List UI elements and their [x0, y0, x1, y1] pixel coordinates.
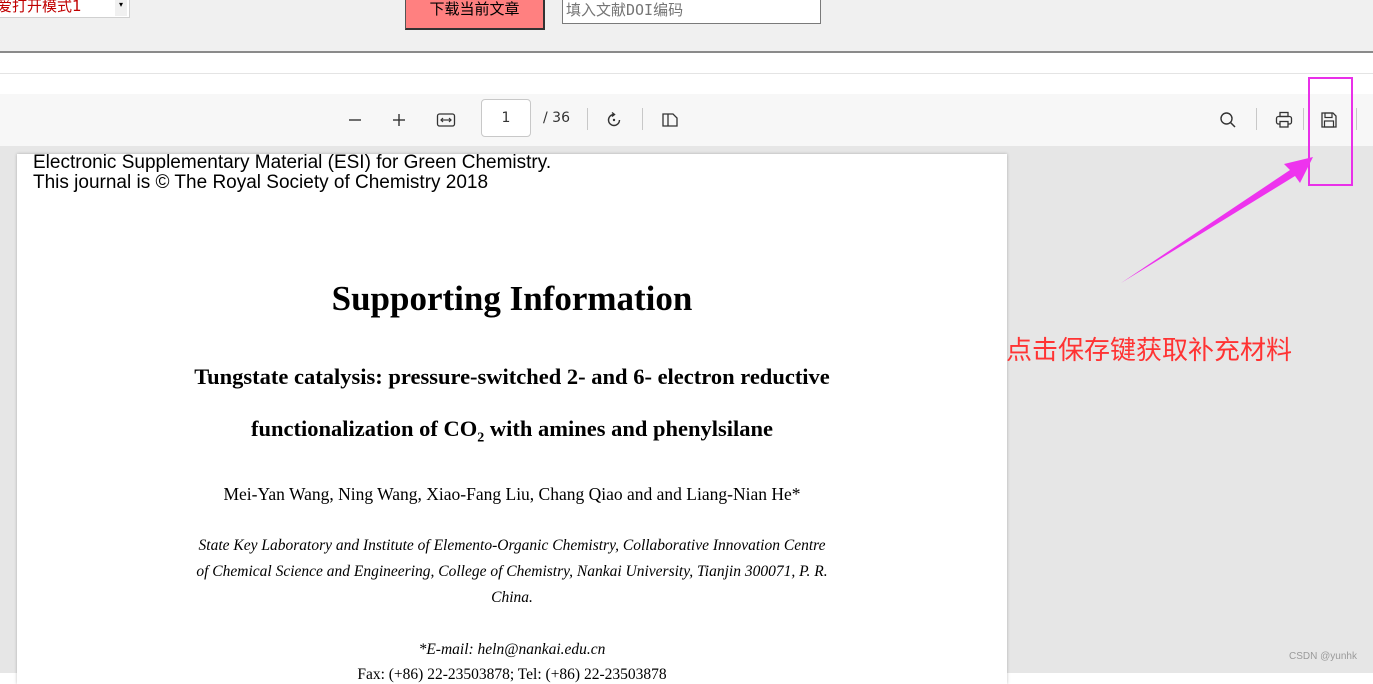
- pdf-page: Electronic Supplementary Material (ESI) …: [17, 154, 1007, 684]
- copyright-line: This journal is © The Royal Society of C…: [33, 172, 489, 193]
- paper-title-line2-end: with amines and phenylsilane: [484, 416, 774, 441]
- annotation-text: 点击保存键获取补充材料: [1006, 336, 1293, 366]
- page-number-input[interactable]: 1: [481, 99, 531, 137]
- esi-header-line: Electronic Supplementary Material (ESI) …: [33, 154, 552, 173]
- open-mode-select-value: 爱打开模式1: [0, 0, 82, 15]
- affiliation-line: China.: [491, 589, 533, 606]
- paper-title-line2-start: functionalization of CO: [250, 416, 478, 441]
- fit-width-icon[interactable]: [432, 106, 460, 134]
- watermark: CSDN @yunhk: [1289, 651, 1357, 662]
- toolbar-separator: [1356, 108, 1357, 130]
- print-icon[interactable]: [1270, 106, 1298, 134]
- toolbar-separator: [587, 108, 588, 130]
- fax-tel-line: Fax: (+86) 22-23503878; Tel: (+86) 22-23…: [357, 666, 667, 683]
- paper-title-line1: Tungstate catalysis: pressure-switched 2…: [194, 364, 830, 389]
- paper-title-line2: functionalization of CO2 with amines and…: [17, 416, 1007, 447]
- toolbar-separator: [1256, 108, 1257, 130]
- affiliation-line: State Key Laboratory and Institute of El…: [198, 537, 826, 554]
- toolbar-separator: [1303, 108, 1304, 130]
- zoom-in-icon[interactable]: [385, 106, 413, 134]
- affiliation-line: of Chemical Science and Engineering, Col…: [196, 563, 828, 580]
- zoom-out-icon[interactable]: [341, 106, 369, 134]
- viewer-spacer: [0, 53, 1373, 74]
- authors: Mei-Yan Wang, Ning Wang, Xiao-Fang Liu, …: [223, 484, 801, 504]
- app-top-bar: 爱打开模式1 ▾ 下载当前文章: [0, 0, 1373, 52]
- page-total: / 36: [543, 110, 570, 126]
- page-view-icon[interactable]: [656, 106, 684, 134]
- download-current-article-button[interactable]: 下载当前文章: [405, 0, 545, 30]
- open-mode-select[interactable]: 爱打开模式1 ▾: [0, 0, 130, 18]
- toolbar-separator: [642, 108, 643, 130]
- contact-email: *E-mail: heln@nankai.edu.cn: [418, 641, 606, 658]
- document-title: Supporting Information: [331, 279, 693, 318]
- save-highlight-box: [1308, 77, 1353, 186]
- doi-input[interactable]: [562, 0, 821, 24]
- pdf-toolbar: 1 / 36: [0, 94, 1373, 147]
- rotate-icon[interactable]: [600, 106, 628, 134]
- dropdown-arrow-icon[interactable]: ▾: [115, 0, 127, 16]
- search-icon[interactable]: [1214, 106, 1242, 134]
